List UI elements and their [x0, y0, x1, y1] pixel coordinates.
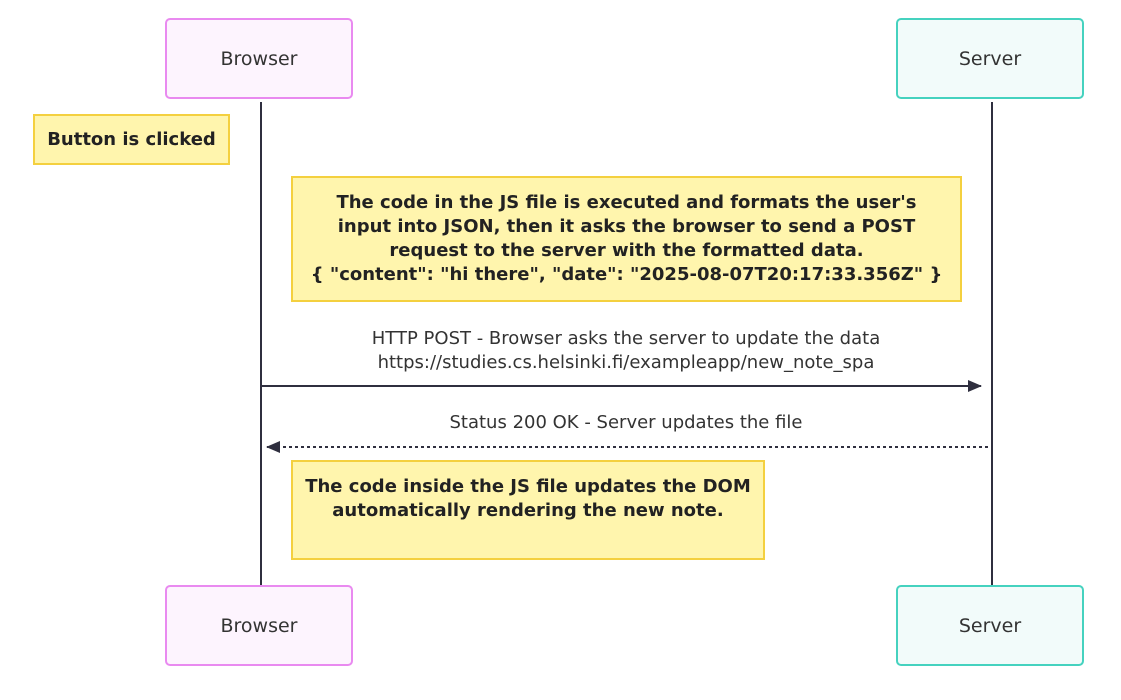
server-actor-top: Server: [896, 18, 1084, 99]
response-message-label: Status 200 OK - Server updates the file: [261, 411, 991, 435]
note-text-line: The code in the JS file is executed and …: [336, 192, 917, 213]
browser-actor-label: Browser: [220, 47, 298, 70]
server-actor-label: Server: [958, 47, 1022, 70]
note-text-line: The code inside the JS file updates the …: [305, 476, 751, 497]
note-text-line: input into JSON, then it asks the browse…: [337, 216, 916, 237]
response-message-text: Status 200 OK - Server updates the file: [449, 412, 803, 433]
post-message-url: https://studies.cs.helsinki.fi/exampleap…: [377, 352, 875, 373]
note-js-execute: The code in the JS file is executed and …: [291, 176, 962, 302]
browser-actor-label: Browser: [220, 614, 298, 637]
note-dom-update: The code inside the JS file updates the …: [291, 460, 765, 560]
server-actor-bottom: Server: [896, 585, 1084, 666]
note-text: Button is clicked: [47, 128, 216, 150]
note-text-line: request to the server with the formatted…: [389, 240, 864, 261]
post-message-text: HTTP POST - Browser asks the server to u…: [371, 328, 881, 349]
note-button-clicked: Button is clicked: [33, 114, 230, 165]
browser-actor-bottom: Browser: [165, 585, 353, 666]
browser-actor-top: Browser: [165, 18, 353, 99]
post-message-label: HTTP POST - Browser asks the server to u…: [261, 327, 991, 375]
note-text-line: automatically rendering the new note.: [332, 500, 724, 521]
note-json-payload: { "content": "hi there", "date": "2025-0…: [310, 264, 943, 285]
server-actor-label: Server: [958, 614, 1022, 637]
